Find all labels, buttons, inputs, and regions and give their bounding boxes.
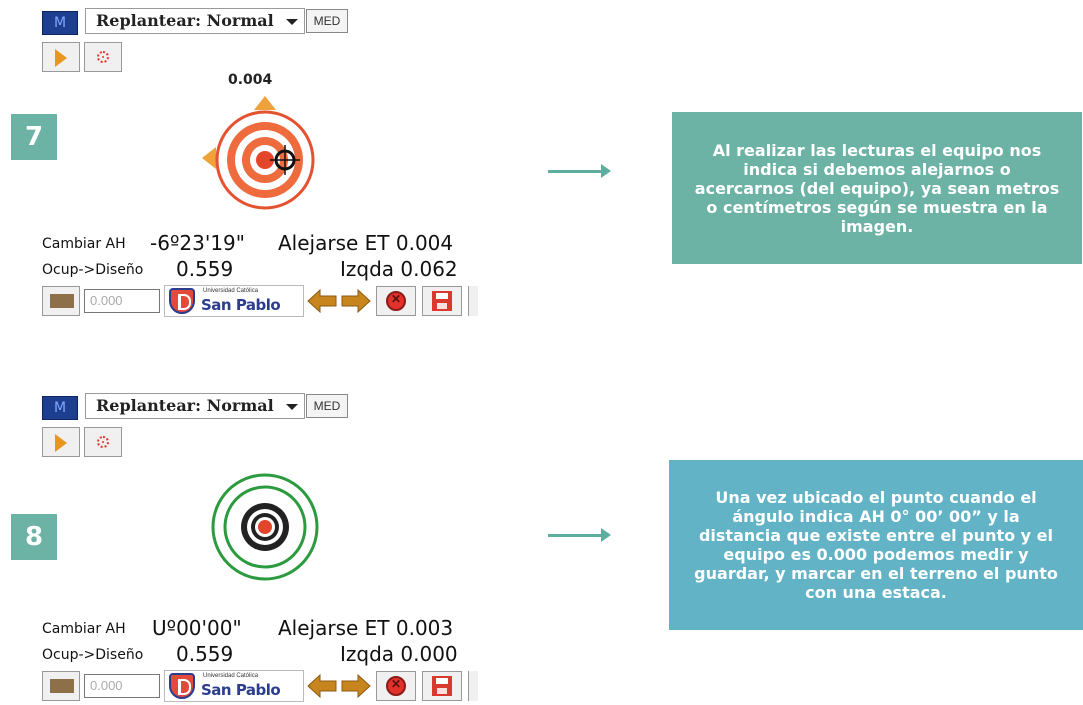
stop-icon — [386, 291, 406, 311]
save-button[interactable] — [422, 286, 462, 316]
target-toggle-button[interactable] — [84, 427, 122, 457]
step-badge-8: 8 — [11, 514, 57, 560]
move-away-value: Alejarse ET 0.004 — [278, 231, 454, 255]
info-box-step-7: Al realizar las lecturas el equipo nos i… — [672, 112, 1082, 264]
step-badge-7: 7 — [11, 114, 57, 160]
distance-label: 0.004 — [228, 72, 273, 88]
arrow-up-indicator — [254, 96, 276, 110]
logo-big-text: San Pablo — [201, 681, 281, 699]
stop-button[interactable] — [376, 671, 416, 701]
target-toggle-button[interactable] — [84, 42, 122, 72]
occupied-to-design-label: Ocup->Diseño — [42, 262, 144, 278]
occupied-to-design-value: 0.559 — [176, 257, 234, 281]
target-dot-icon — [97, 51, 109, 63]
ah-angle-value: -6º23'19" — [150, 231, 245, 255]
change-ah-label: Cambiar AH — [42, 621, 126, 637]
target-dot-icon — [97, 436, 109, 448]
left-offset-value: Izqda 0.062 — [340, 257, 458, 281]
occupied-to-design-label: Ocup->Diseño — [42, 647, 144, 663]
bottom-toolbar: 0.000 Universidad Católica San Pablo — [40, 283, 478, 319]
play-button[interactable] — [42, 427, 80, 457]
top-toolbar: M Replantear: Normal MED — [40, 8, 478, 36]
mode-dropdown[interactable]: Replantear: Normal — [85, 393, 305, 419]
logo-small-text: Universidad Católica — [203, 673, 259, 679]
med-button[interactable]: MED — [306, 9, 348, 33]
chevron-down-icon — [286, 404, 298, 410]
connector-arrow-icon — [548, 164, 611, 178]
target-icon — [202, 96, 315, 210]
info-text-step-8: Una vez ubicado el punto cuando el ángul… — [694, 488, 1058, 602]
stop-icon — [386, 676, 406, 696]
save-icon — [432, 676, 452, 696]
toolbar-edge — [468, 671, 478, 701]
mode-dropdown-label: Replantear: Normal — [96, 396, 274, 415]
stakeout-screen-7: M Replantear: Normal MED 0.004 Cambiar A… — [40, 8, 478, 320]
logo-small-text: Universidad Católica — [203, 288, 259, 294]
occupied-to-design-value: 0.559 — [176, 642, 234, 666]
stakeout-screen-8: M Replantear: Normal MED Cambiar AH Uº00… — [40, 393, 478, 705]
connector-arrow-icon — [548, 528, 611, 542]
university-logo: Universidad Católica San Pablo — [164, 670, 304, 702]
shield-icon — [169, 288, 195, 314]
arrow-left-icon[interactable] — [306, 287, 338, 315]
move-away-value: Alejarse ET 0.003 — [278, 616, 454, 640]
save-icon — [432, 291, 452, 311]
target-center — [258, 520, 272, 534]
mode-dropdown-label: Replantear: Normal — [96, 11, 274, 30]
arrow-left-icon[interactable] — [306, 672, 338, 700]
save-button[interactable] — [422, 671, 462, 701]
arrow-right-icon[interactable] — [340, 672, 372, 700]
flag-button[interactable] — [42, 286, 80, 316]
top-toolbar: M Replantear: Normal MED — [40, 393, 478, 421]
stop-button[interactable] — [376, 286, 416, 316]
height-input[interactable]: 0.000 — [84, 289, 160, 313]
bottom-toolbar: 0.000 Universidad Católica San Pablo — [40, 668, 478, 704]
left-offset-value: Izqda 0.000 — [340, 642, 458, 666]
info-text-step-7: Al realizar las lecturas el equipo nos i… — [694, 140, 1060, 236]
arrow-left-indicator — [202, 147, 216, 169]
arrow-right-icon[interactable] — [340, 287, 372, 315]
info-box-step-8: Una vez ubicado el punto cuando el ángul… — [669, 460, 1083, 630]
med-button[interactable]: MED — [306, 394, 348, 418]
toolbar-edge — [468, 286, 478, 316]
menu-m-button[interactable]: M — [42, 11, 78, 35]
ah-angle-value: Uº00'00" — [152, 616, 242, 640]
flag-button[interactable] — [42, 671, 80, 701]
change-ah-label: Cambiar AH — [42, 236, 126, 252]
mode-dropdown[interactable]: Replantear: Normal — [85, 8, 305, 34]
university-logo: Universidad Católica San Pablo — [164, 285, 304, 317]
height-input[interactable]: 0.000 — [84, 674, 160, 698]
logo-big-text: San Pablo — [201, 296, 281, 314]
target-icon — [211, 473, 319, 581]
shield-icon — [169, 673, 195, 699]
play-button[interactable] — [42, 42, 80, 72]
chevron-down-icon — [286, 19, 298, 25]
menu-m-button[interactable]: M — [42, 396, 78, 420]
